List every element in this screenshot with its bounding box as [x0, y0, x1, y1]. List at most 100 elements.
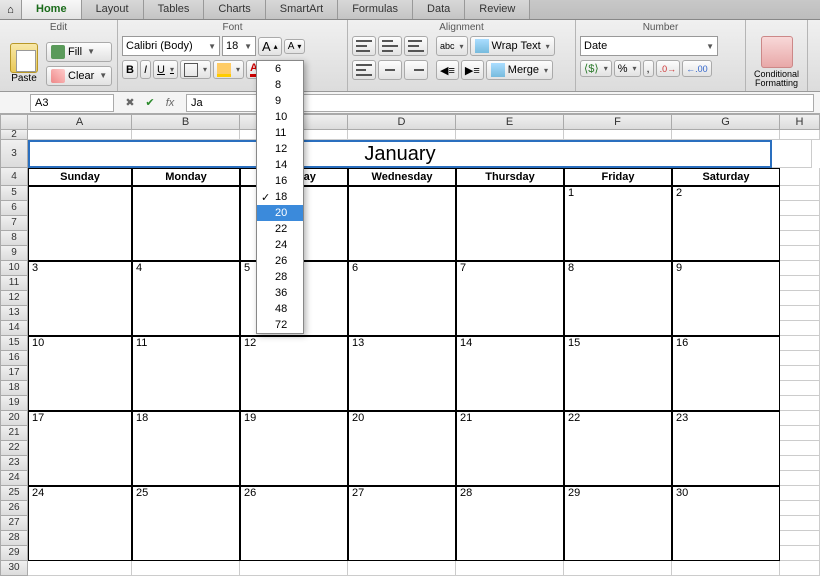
tab-data[interactable]: Data	[413, 0, 465, 19]
underline-button[interactable]: U▾	[153, 60, 178, 79]
cell[interactable]	[780, 246, 820, 261]
calendar-cell[interactable]	[28, 516, 132, 531]
font-size-option[interactable]: 22	[257, 221, 303, 237]
orientation-button[interactable]: abc▾	[436, 36, 468, 56]
calendar-cell[interactable]	[672, 546, 780, 561]
border-button[interactable]: ▾	[180, 60, 211, 79]
calendar-cell[interactable]	[456, 201, 564, 216]
calendar-cell[interactable]: 27	[348, 486, 456, 501]
calendar-cell[interactable]	[672, 471, 780, 486]
calendar-cell[interactable]: 29	[564, 486, 672, 501]
cell[interactable]	[780, 366, 820, 381]
calendar-cell[interactable]	[132, 186, 240, 201]
calendar-cell[interactable]: 7	[456, 261, 564, 276]
row-header[interactable]: 13	[0, 306, 28, 321]
calendar-cell[interactable]: 24	[28, 486, 132, 501]
calendar-cell[interactable]: 17	[28, 411, 132, 426]
calendar-cell[interactable]	[132, 441, 240, 456]
calendar-cell[interactable]: 18	[132, 411, 240, 426]
tab-charts[interactable]: Charts	[204, 0, 265, 19]
day-header-cell[interactable]: Sunday	[28, 168, 132, 186]
calendar-cell[interactable]	[132, 246, 240, 261]
calendar-cell[interactable]	[564, 501, 672, 516]
row-header[interactable]: 15	[0, 336, 28, 351]
cell[interactable]	[456, 561, 564, 576]
calendar-cell[interactable]	[456, 531, 564, 546]
day-header-cell[interactable]: Saturday	[672, 168, 780, 186]
calendar-cell[interactable]	[28, 366, 132, 381]
calendar-cell[interactable]: 25	[132, 486, 240, 501]
calendar-cell[interactable]	[132, 501, 240, 516]
calendar-cell[interactable]	[672, 246, 780, 261]
calendar-cell[interactable]	[564, 531, 672, 546]
calendar-cell[interactable]: 23	[672, 411, 780, 426]
calendar-cell[interactable]	[456, 381, 564, 396]
cell[interactable]	[28, 130, 132, 140]
calendar-cell[interactable]	[240, 366, 348, 381]
calendar-cell[interactable]	[564, 321, 672, 336]
calendar-cell[interactable]	[132, 321, 240, 336]
calendar-cell[interactable]	[348, 291, 456, 306]
calendar-cell[interactable]	[348, 306, 456, 321]
cell[interactable]	[780, 336, 820, 351]
calendar-cell[interactable]	[456, 186, 564, 201]
calendar-cell[interactable]	[348, 426, 456, 441]
calendar-cell[interactable]	[456, 216, 564, 231]
font-size-option[interactable]: 26	[257, 253, 303, 269]
calendar-cell[interactable]	[132, 351, 240, 366]
calendar-cell[interactable]	[132, 306, 240, 321]
calendar-cell[interactable]	[28, 426, 132, 441]
calendar-cell[interactable]	[348, 246, 456, 261]
align-left-button[interactable]	[352, 60, 376, 80]
align-center-button[interactable]	[378, 60, 402, 80]
conditional-formatting-icon[interactable]	[761, 36, 793, 68]
calendar-cell[interactable]	[132, 291, 240, 306]
calendar-cell[interactable]: 14	[456, 336, 564, 351]
calendar-cell[interactable]	[348, 216, 456, 231]
calendar-cell[interactable]	[28, 216, 132, 231]
cell[interactable]	[132, 561, 240, 576]
calendar-cell[interactable]	[564, 396, 672, 411]
cell[interactable]	[132, 130, 240, 140]
align-right-button[interactable]	[404, 60, 428, 80]
cell[interactable]	[772, 140, 812, 168]
row-header[interactable]: 4	[0, 168, 28, 186]
cell[interactable]	[780, 486, 820, 501]
fill-button[interactable]: Fill▼	[46, 42, 112, 62]
row-header[interactable]: 29	[0, 546, 28, 561]
calendar-cell[interactable]	[348, 516, 456, 531]
cell[interactable]	[780, 546, 820, 561]
calendar-cell[interactable]	[456, 246, 564, 261]
row-header[interactable]: 21	[0, 426, 28, 441]
cell[interactable]	[780, 441, 820, 456]
currency-button[interactable]: ⟨$⟩▾	[580, 60, 612, 77]
select-all-corner[interactable]	[0, 114, 28, 130]
cell[interactable]	[780, 381, 820, 396]
font-size-combo[interactable]: 18▼	[222, 36, 256, 56]
calendar-cell[interactable]	[132, 276, 240, 291]
row-header[interactable]: 26	[0, 501, 28, 516]
calendar-cell[interactable]	[564, 246, 672, 261]
cell[interactable]	[780, 426, 820, 441]
calendar-cell[interactable]	[28, 231, 132, 246]
cell[interactable]	[240, 561, 348, 576]
calendar-cell[interactable]	[672, 441, 780, 456]
row-header[interactable]: 16	[0, 351, 28, 366]
calendar-cell[interactable]	[28, 186, 132, 201]
row-header[interactable]: 25	[0, 486, 28, 501]
italic-button[interactable]: I	[140, 60, 151, 79]
calendar-cell[interactable]	[672, 456, 780, 471]
calendar-cell[interactable]	[456, 276, 564, 291]
calendar-cell[interactable]: 1	[564, 186, 672, 201]
fill-color-button[interactable]: ▾	[213, 60, 244, 79]
cell[interactable]	[780, 351, 820, 366]
calendar-cell[interactable]	[240, 516, 348, 531]
row-header[interactable]: 14	[0, 321, 28, 336]
calendar-cell[interactable]	[564, 366, 672, 381]
cell[interactable]	[780, 516, 820, 531]
calendar-cell[interactable]: 10	[28, 336, 132, 351]
calendar-cell[interactable]: 20	[348, 411, 456, 426]
calendar-cell[interactable]	[132, 516, 240, 531]
paste-button[interactable]: Paste	[11, 73, 37, 84]
calendar-cell[interactable]	[456, 366, 564, 381]
